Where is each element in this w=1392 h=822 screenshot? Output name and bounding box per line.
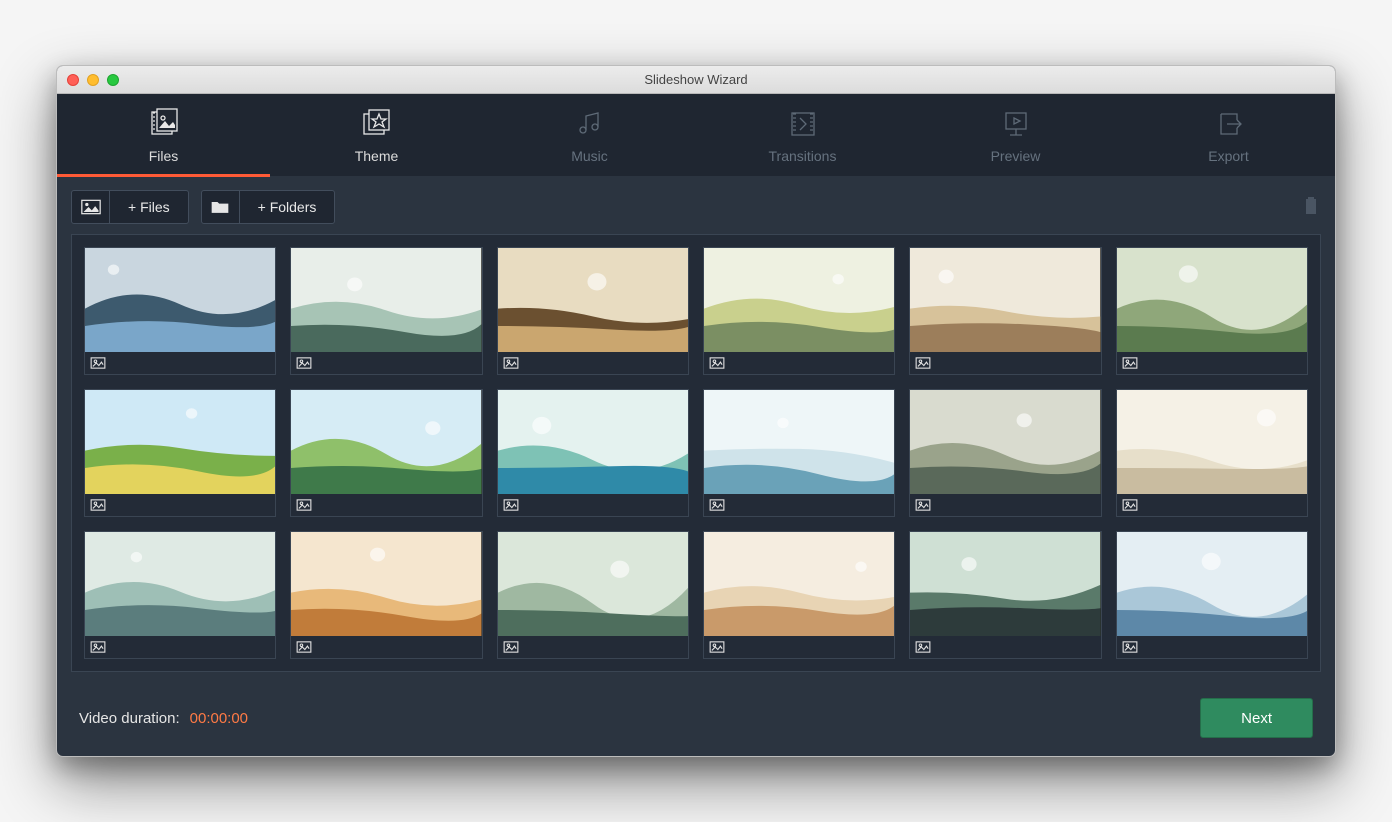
close-icon[interactable] [67, 74, 79, 86]
window-controls [67, 74, 119, 86]
media-item[interactable] [497, 389, 689, 517]
media-thumbnail [85, 532, 275, 636]
media-thumbnail [498, 532, 688, 636]
media-badge [910, 494, 1100, 516]
step-export-label: Export [1208, 148, 1248, 164]
minimize-icon[interactable] [87, 74, 99, 86]
step-transitions-label: Transitions [769, 148, 837, 164]
media-item[interactable] [290, 531, 482, 659]
add-files-label: + Files [110, 199, 188, 215]
duration-label: Video duration: [79, 710, 180, 727]
media-item[interactable] [1116, 247, 1308, 375]
step-preview-label: Preview [991, 148, 1041, 164]
media-grid-container [71, 234, 1321, 672]
media-thumbnail [910, 248, 1100, 352]
media-badge [498, 494, 688, 516]
zoom-icon[interactable] [107, 74, 119, 86]
media-item[interactable] [909, 531, 1101, 659]
body: + Files + Folders [57, 176, 1335, 682]
media-item[interactable] [290, 389, 482, 517]
media-badge [1117, 494, 1307, 516]
media-badge [85, 494, 275, 516]
media-badge [291, 494, 481, 516]
step-export[interactable]: Export [1122, 94, 1335, 176]
media-thumbnail [85, 390, 275, 494]
media-item[interactable] [497, 247, 689, 375]
folder-icon [202, 191, 240, 223]
music-icon [574, 108, 606, 140]
step-theme[interactable]: Theme [270, 94, 483, 176]
step-files[interactable]: Files [57, 94, 270, 176]
add-folders-label: + Folders [240, 199, 335, 215]
footer: Video duration: 00:00:00 Next [57, 682, 1335, 756]
media-thumbnail [291, 248, 481, 352]
media-thumbnail [498, 390, 688, 494]
media-item[interactable] [703, 247, 895, 375]
media-thumbnail [1117, 390, 1307, 494]
transitions-icon [787, 108, 819, 140]
media-thumbnail [85, 248, 275, 352]
media-badge [704, 636, 894, 658]
step-theme-label: Theme [355, 148, 399, 164]
media-badge [85, 352, 275, 374]
media-thumbnail [1117, 532, 1307, 636]
media-thumbnail [291, 390, 481, 494]
media-thumbnail [704, 390, 894, 494]
media-badge [910, 352, 1100, 374]
export-icon [1213, 108, 1245, 140]
titlebar: Slideshow Wizard [57, 66, 1335, 94]
step-preview[interactable]: Preview [909, 94, 1122, 176]
media-grid [84, 247, 1308, 667]
media-thumbnail [704, 532, 894, 636]
duration-value: 00:00:00 [190, 710, 248, 727]
media-item[interactable] [909, 389, 1101, 517]
step-files-label: Files [149, 148, 179, 164]
media-item[interactable] [84, 389, 276, 517]
toolbar: + Files + Folders [71, 190, 1321, 224]
files-icon [148, 108, 180, 140]
media-thumbnail [704, 248, 894, 352]
media-thumbnail [910, 390, 1100, 494]
media-badge [1117, 352, 1307, 374]
theme-icon [361, 108, 393, 140]
app-window: Slideshow Wizard Files Theme Music Trans… [56, 65, 1336, 757]
media-badge [910, 636, 1100, 658]
media-item[interactable] [703, 531, 895, 659]
media-item[interactable] [1116, 531, 1308, 659]
step-music[interactable]: Music [483, 94, 696, 176]
media-item[interactable] [290, 247, 482, 375]
media-badge [704, 352, 894, 374]
media-badge [291, 352, 481, 374]
next-button[interactable]: Next [1200, 698, 1313, 738]
add-folders-button[interactable]: + Folders [201, 190, 336, 224]
media-badge [1117, 636, 1307, 658]
media-thumbnail [291, 532, 481, 636]
media-badge [498, 352, 688, 374]
media-item[interactable] [497, 531, 689, 659]
media-badge [85, 636, 275, 658]
media-badge [291, 636, 481, 658]
media-thumbnail [1117, 248, 1307, 352]
media-item[interactable] [84, 531, 276, 659]
media-item[interactable] [1116, 389, 1308, 517]
window-title: Slideshow Wizard [57, 72, 1335, 87]
media-badge [704, 494, 894, 516]
wizard-stepper: Files Theme Music Transitions Preview Ex… [57, 94, 1335, 176]
media-item[interactable] [909, 247, 1101, 375]
media-item[interactable] [84, 247, 276, 375]
media-thumbnail [498, 248, 688, 352]
trash-button[interactable] [1301, 194, 1321, 221]
step-transitions[interactable]: Transitions [696, 94, 909, 176]
media-badge [498, 636, 688, 658]
media-item[interactable] [703, 389, 895, 517]
media-thumbnail [910, 532, 1100, 636]
step-music-label: Music [571, 148, 608, 164]
add-files-button[interactable]: + Files [71, 190, 189, 224]
image-icon [72, 191, 110, 223]
preview-icon [1000, 108, 1032, 140]
